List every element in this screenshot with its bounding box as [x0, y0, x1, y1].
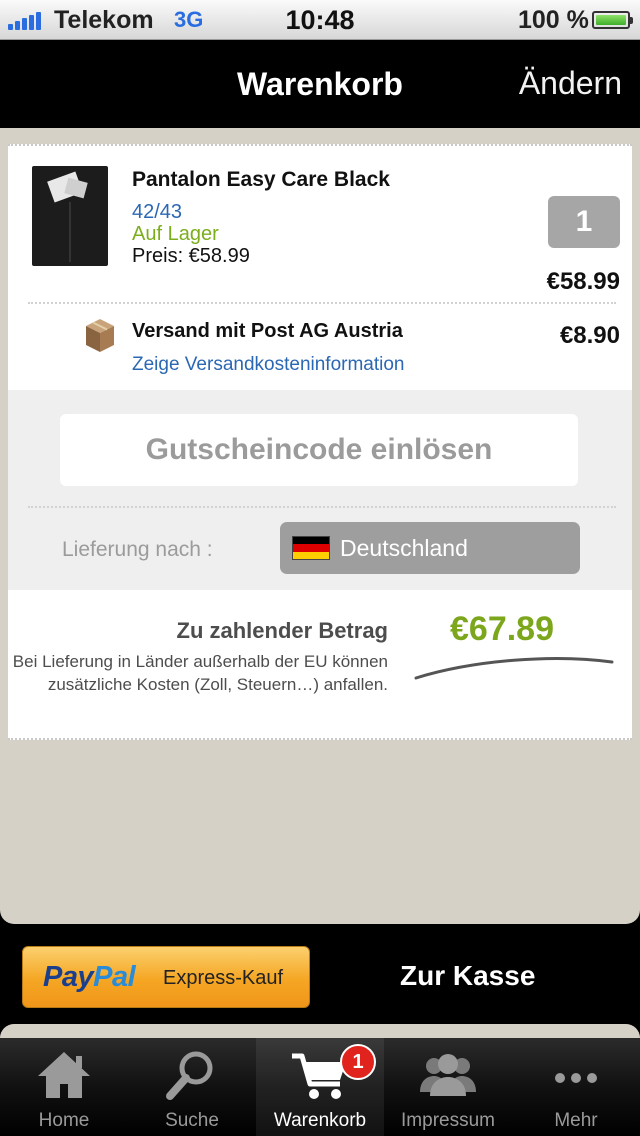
cart-card: Pantalon Easy Care Black 42/43 Auf Lager… — [8, 144, 632, 740]
home-icon — [38, 1052, 90, 1098]
cart-badge: 1 — [340, 1044, 376, 1080]
germany-flag-icon — [292, 536, 330, 560]
shipping-price: €8.90 — [559, 322, 620, 349]
tab-imprint[interactable]: Impressum — [384, 1038, 512, 1136]
product-unit-price: Preis: €58.99 — [132, 245, 250, 267]
checkout-button[interactable]: Zur Kasse — [400, 960, 535, 992]
tab-home[interactable]: Home — [0, 1038, 128, 1136]
divider — [28, 506, 616, 508]
voucher-button[interactable]: Gutscheincode einlösen — [60, 414, 578, 486]
product-image[interactable] — [32, 166, 108, 266]
tab-label: Home — [38, 1110, 90, 1131]
tab-label: Suche — [165, 1110, 219, 1131]
battery-icon — [592, 11, 633, 29]
selected-country: Deutschland — [340, 535, 468, 561]
customs-note: Bei Lieferung in Länder außerhalb der EU… — [12, 652, 388, 694]
product-name[interactable]: Pantalon Easy Care Black — [132, 168, 390, 192]
more-icon — [555, 1073, 597, 1083]
cart-content[interactable]: Pantalon Easy Care Black 42/43 Auf Lager… — [0, 128, 640, 924]
shipping-method: Versand mit Post AG Austria — [132, 320, 403, 342]
product-size: 42/43 — [132, 201, 183, 223]
delivery-label: Lieferung nach : — [62, 538, 213, 561]
search-icon — [166, 1051, 213, 1100]
country-select-button[interactable]: Deutschland — [280, 522, 580, 574]
product-stock-status: Auf Lager — [132, 223, 219, 245]
package-box-icon — [86, 319, 114, 352]
battery-percentage: 100 % — [518, 6, 589, 34]
tab-cart[interactable]: 1 Warenkorb — [256, 1038, 384, 1136]
shipping-info-link[interactable]: Zeige Versandkosteninformation — [132, 354, 405, 376]
tab-search[interactable]: Suche — [128, 1038, 256, 1136]
tab-more[interactable]: Mehr — [512, 1038, 640, 1136]
paypal-express-button[interactable]: PayPal Express-Kauf — [22, 946, 310, 1008]
divider — [28, 302, 616, 304]
edit-button[interactable]: Ändern — [519, 65, 622, 102]
status-bar: Telekom 3G 10:48 100 % — [0, 0, 640, 40]
tab-label: Impressum — [401, 1110, 495, 1131]
separator — [0, 1024, 640, 1038]
options-section: Gutscheincode einlösen Lieferung nach : … — [8, 390, 632, 590]
tab-label: Mehr — [554, 1110, 598, 1131]
paypal-express-label: Express-Kauf — [163, 967, 284, 989]
product-line-total: €58.99 — [546, 268, 620, 295]
total-amount: €67.89 — [450, 610, 554, 648]
navigation-bar: Warenkorb Ändern — [0, 40, 640, 128]
people-icon — [420, 1054, 476, 1096]
tab-label: Warenkorb — [273, 1110, 367, 1131]
checkout-bar: PayPal Express-Kauf Zur Kasse — [0, 924, 640, 1024]
quantity-field[interactable]: 1 — [548, 196, 620, 248]
paypal-logo: PayPal — [43, 961, 136, 993]
swoosh-decoration — [414, 657, 614, 680]
tab-bar: Home Suche 1 Warenkorb Impressum Mehr — [0, 1038, 640, 1136]
total-label: Zu zahlender Betrag — [176, 618, 388, 643]
